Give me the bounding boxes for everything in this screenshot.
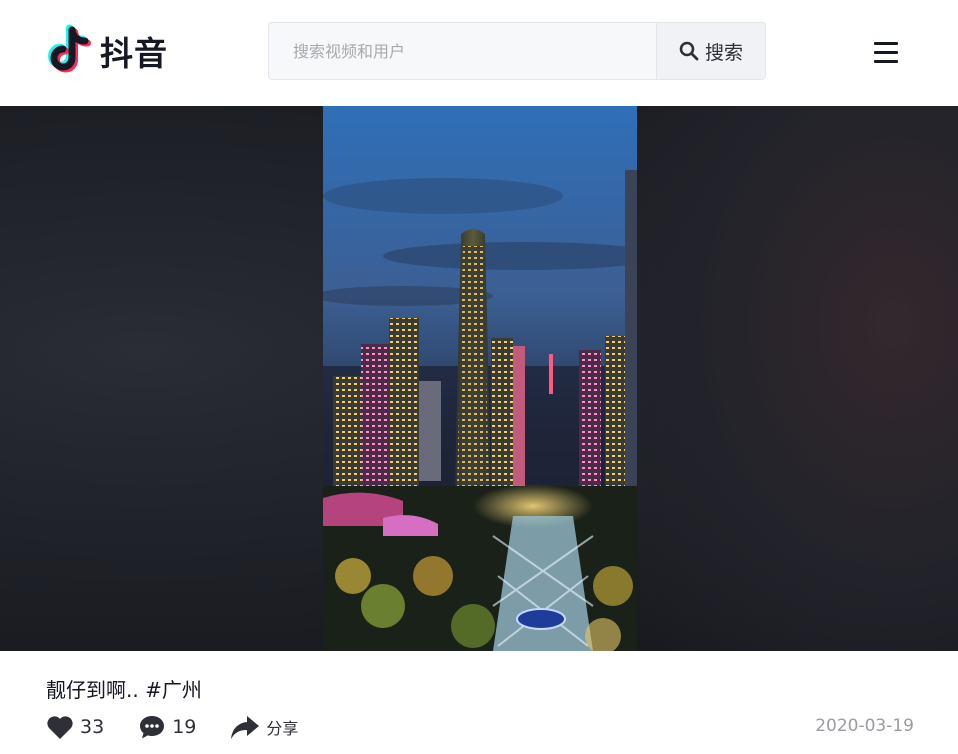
hamburger-menu-icon[interactable] (872, 40, 902, 66)
brand-logo[interactable]: 抖音 (44, 24, 168, 78)
top-header: 抖音 搜索 (0, 0, 958, 106)
search-button-label: 搜索 (704, 41, 743, 64)
share-arrow-icon (231, 716, 260, 739)
share-button[interactable]: 分享 (230, 714, 298, 740)
douyin-note-icon (48, 24, 91, 73)
share-label: 分享 (266, 719, 299, 738)
post-actions: 33 19 分享 (46, 712, 298, 742)
search-icon (679, 41, 699, 61)
like-button[interactable]: 33 (46, 715, 104, 740)
like-count: 33 (80, 716, 105, 738)
comment-bubble-icon (140, 716, 165, 739)
video-player[interactable] (323, 106, 637, 651)
search-input[interactable] (269, 23, 655, 79)
search-bar: 搜索 (268, 22, 766, 80)
comment-button[interactable]: 19 (138, 714, 196, 740)
comment-count: 19 (172, 716, 197, 738)
brand-name: 抖音 (100, 34, 168, 73)
heart-icon (47, 715, 73, 739)
post-date: 2020-03-19 (815, 716, 914, 736)
video-stage (0, 106, 958, 651)
post-caption: 靓仔到啊.. #广州 (46, 678, 202, 702)
search-button[interactable]: 搜索 (656, 23, 765, 79)
